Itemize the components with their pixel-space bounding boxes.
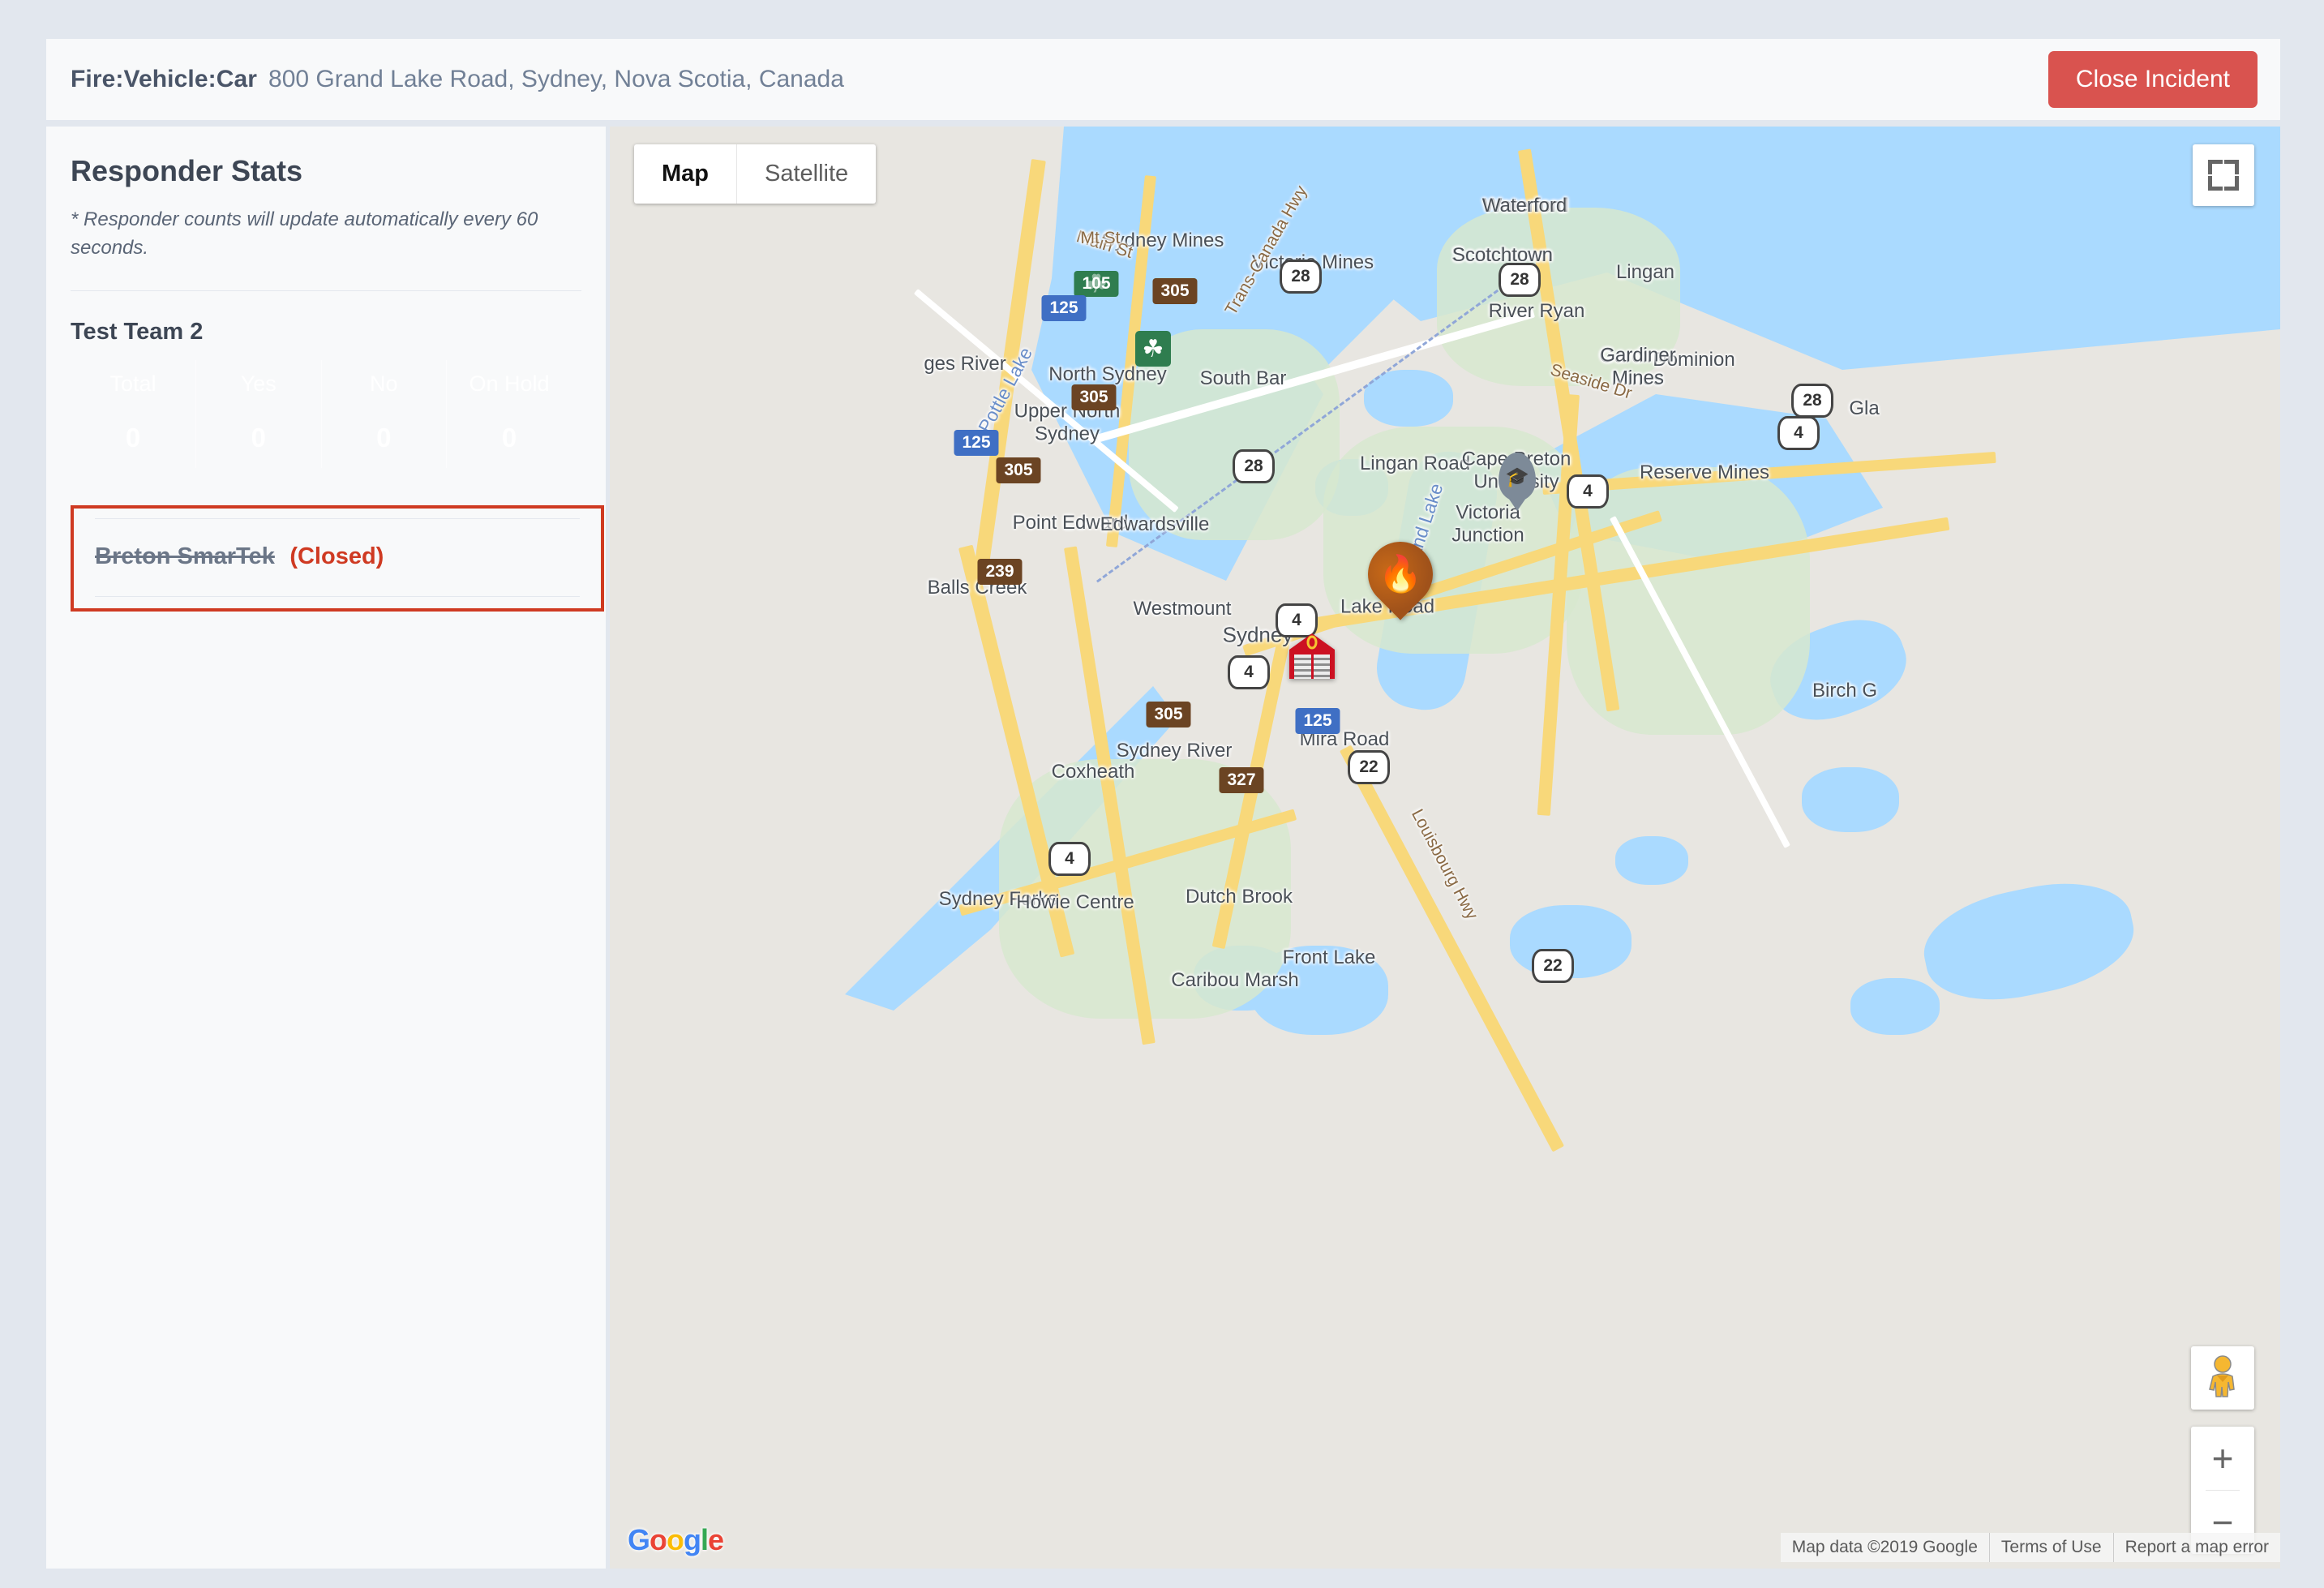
incident-address-label: 800 Grand Lake Road, Sydney, Nova Scotia… [268,66,844,92]
map-water-lake-g [1615,836,1688,885]
google-logo-g2: g [684,1523,701,1556]
fire-station-marker[interactable] [1286,630,1338,686]
divider [71,290,581,291]
highway-shield-4: 4 [1567,474,1609,509]
park-marker-north-sydney[interactable]: ☘ [1135,331,1171,367]
list-item[interactable]: Breton SmarTek (Closed) [95,519,580,596]
graduation-cap-icon: 🎓 [1499,453,1536,501]
street-view-pegman-button[interactable] [2191,1346,2254,1410]
stats-value-total: 0 [71,407,196,468]
highway-shield-125: 125 [954,430,999,456]
google-logo-o1: o [650,1523,667,1556]
stats-value-on-hold: 0 [501,422,517,453]
highway-shield-305: 305 [1071,384,1117,410]
map-place-label: Gla [1849,397,1880,419]
stats-header-yes: Yes [195,359,322,408]
report-map-error-link[interactable]: Report a map error [2112,1533,2280,1562]
stats-value-no: 0 [321,407,447,468]
tab-satellite[interactable]: Satellite [736,144,876,204]
map-water-lake-i [1850,978,1940,1035]
highway-shield-125: 125 [1041,295,1087,321]
map-street-label: Louisbourg Hwy [1407,805,1481,923]
google-logo-e: e [708,1523,724,1556]
map-type-toggle[interactable]: Map Satellite [634,144,877,204]
google-logo-l: l [701,1523,709,1556]
park-maple-leaf-icon: ☘ [1135,331,1171,367]
map-water-lake-c [1802,767,1899,832]
auto-update-note: * Responder counts will update automatic… [71,208,538,259]
highway-shield-305: 305 [1152,278,1198,304]
tab-map[interactable]: Map [634,144,736,204]
highway-shield-305: 305 [996,457,1041,483]
map-attribution-bar: Map data ©2019 Google Terms of Use Repor… [1780,1533,2280,1562]
closed-team-highlight-box: Breton SmarTek (Closed) [71,504,604,612]
highway-shield-22: 22 [1532,949,1574,983]
highway-shield-4: 4 [1777,416,1820,450]
map-water-lake-h [1915,868,2143,1015]
close-incident-button[interactable]: Close Incident [2047,51,2258,108]
fullscreen-icon [2208,160,2223,174]
closed-team-name: Breton SmarTek [95,543,275,569]
zoom-in-button[interactable]: + [2191,1427,2254,1490]
incident-type-label: Fire:Vehicle:Car [71,66,258,92]
fullscreen-icon-bl [2208,176,2223,191]
google-logo: Google [628,1523,724,1557]
responder-stats-panel: Responder Stats * Responder counts will … [46,127,606,1569]
fullscreen-icon-tr [2224,160,2239,174]
cape-breton-university-poi[interactable]: 🎓 [1499,453,1536,501]
map-place-label: Westmount [1133,598,1232,620]
highway-shield-4: 4 [1228,655,1270,689]
google-logo-o2: o [667,1523,684,1556]
google-logo-g1: G [628,1523,650,1556]
fire-station-icon [1289,633,1335,679]
stats-value-row: 0 0 0 0 [71,407,572,468]
fullscreen-icon-br [2224,176,2239,191]
status-badge: (Closed) [289,543,384,569]
divider-bottom [95,595,580,597]
highway-shield-4: 4 [1048,842,1091,876]
highway-shield-305: 305 [1146,702,1191,727]
stats-value-yes: 0 [195,407,322,468]
highway-shield-327: 327 [1219,767,1264,793]
pegman-icon [2209,1355,2235,1397]
stats-header-total: Total [71,359,196,408]
map-data-copyright: Map data ©2019 Google [1791,1538,1978,1556]
stats-header-on-hold: On Hold [469,371,550,396]
incident-map[interactable]: Map Satellite + − Google Map data ©2019 … [610,127,2280,1569]
stats-header-row: Total Yes No On Hold [71,359,572,408]
highway-shield-105: ☘ 105 [1074,271,1119,298]
fire-pin-icon: 🔥 [1354,528,1447,620]
highway-shield-28: 28 [1233,449,1275,483]
fullscreen-button[interactable] [2193,144,2254,206]
highway-shield-28: 28 [1791,384,1833,418]
highway-shield-125: 125 [1295,708,1340,734]
page-title: Responder Stats [71,154,303,187]
incident-header-bar: Fire:Vehicle:Car 800 Grand Lake Road, Sy… [46,39,2280,120]
stats-header-no: No [321,359,447,408]
terms-of-use-link[interactable]: Terms of Use [1988,1533,2113,1562]
incident-fire-marker[interactable]: 🔥 [1354,528,1447,620]
highway-shield-28: 28 [1499,263,1541,297]
highway-shield-28: 28 [1280,260,1322,294]
team-name-label: Test Team 2 [71,318,204,345]
highway-shield-22: 22 [1348,750,1390,784]
highway-shield-239: 239 [977,559,1023,585]
responder-stats-table: Total Yes No On Hold 0 0 0 0 [71,359,572,468]
